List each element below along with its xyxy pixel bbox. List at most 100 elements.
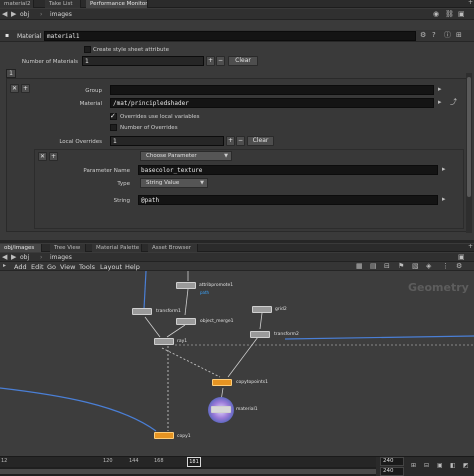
grid-icon[interactable]: ▤	[370, 263, 377, 270]
param-scrollbar[interactable]	[466, 73, 472, 233]
material-chooser-icon[interactable]: ▸	[438, 99, 442, 106]
playback-options-icon[interactable]: ▣	[437, 463, 443, 469]
end-frame-field[interactable]: 240	[380, 457, 404, 466]
range-end-field[interactable]: 240	[380, 467, 404, 476]
display-options-icon[interactable]: ▦	[356, 263, 363, 270]
num-materials-remove-button[interactable]: −	[216, 56, 225, 66]
layout-icon[interactable]: ⊟	[384, 263, 390, 270]
info-icon[interactable]: ⓘ	[444, 32, 451, 39]
group-field[interactable]	[110, 85, 434, 95]
expand-icon[interactable]: ▣	[458, 254, 465, 261]
tab-material-palette[interactable]: Material Palette	[92, 244, 142, 252]
menu-go[interactable]: Go	[47, 263, 56, 271]
image-icon[interactable]: ▧	[412, 263, 419, 270]
local-overrides-remove-button[interactable]: −	[236, 136, 245, 146]
add-tab-icon[interactable]: +	[468, 0, 473, 6]
node-ray1[interactable]	[154, 338, 174, 345]
realtime-icon[interactable]: ◩	[463, 463, 469, 469]
node-transform2[interactable]	[250, 331, 270, 338]
parameter-name-menu-icon[interactable]: ▸	[442, 166, 446, 173]
timeline-range-bar[interactable]	[0, 467, 376, 476]
channel-icon[interactable]: ⊟	[424, 463, 429, 469]
node-object-merge1[interactable]	[176, 318, 196, 325]
menu-tools[interactable]: Tools	[79, 263, 95, 271]
choose-parameter-dropdown[interactable]: Choose Parameter ▼	[140, 151, 232, 161]
help-icon[interactable]: ?	[432, 32, 436, 39]
num-materials-clear-button[interactable]: Clear	[228, 56, 258, 66]
link-icon[interactable]: ⛓	[445, 11, 454, 18]
type-dropdown[interactable]: String Value ▼	[140, 178, 208, 188]
node-name-field[interactable]: material1	[44, 31, 416, 41]
node-attribpromote1[interactable]	[176, 282, 196, 289]
wire-transform2-copytopoints	[227, 336, 259, 378]
tab-take-list[interactable]: Take List	[45, 0, 81, 8]
tab-performance-monitor[interactable]: Performance Monitor	[86, 0, 148, 8]
timeline-tick-12: 12	[1, 458, 8, 464]
menu-add[interactable]: Add	[14, 263, 27, 271]
lock-icon[interactable]: ⊞	[456, 32, 462, 39]
node-label-grid2: grid2	[275, 307, 287, 312]
group-dropdown-icon[interactable]: ▸	[438, 86, 442, 93]
node-transform1[interactable]	[132, 308, 152, 315]
back-arrow-icon[interactable]: ◀	[2, 11, 7, 18]
menu-layout[interactable]: Layout	[100, 263, 122, 271]
network-editor[interactable]: Geometry attribpromote1 path grid2 trans…	[0, 271, 474, 456]
network-wires	[0, 271, 474, 432]
create-style-sheet-checkbox[interactable]	[84, 46, 91, 53]
num-overrides-checkbox[interactable]	[110, 124, 117, 131]
expand-icon[interactable]: ▣	[458, 11, 465, 18]
material-tab-1[interactable]: 1	[6, 69, 16, 78]
add-tab-icon[interactable]: +	[468, 244, 473, 250]
wire-right-in	[284, 335, 474, 340]
timeline-tick-168: 168	[154, 458, 164, 464]
pin-icon[interactable]: ◉	[433, 11, 439, 18]
menu-toggle-icon[interactable]: ▸	[3, 263, 6, 269]
material-path-field[interactable]: /mat/principledshader	[110, 98, 434, 108]
timeline-track[interactable]: 12 120 144 168 181	[0, 457, 376, 467]
audio-icon[interactable]: ◧	[450, 463, 456, 469]
key-icon[interactable]: ⊞	[411, 463, 416, 469]
palette-icon[interactable]: ◈	[426, 263, 431, 270]
node-copy1[interactable]	[154, 432, 174, 439]
breadcrumb-node[interactable]: images	[50, 11, 72, 18]
num-materials-field[interactable]: 1	[82, 56, 204, 66]
timeline-current-frame[interactable]: 181	[187, 457, 201, 467]
menu-view[interactable]: View	[60, 263, 75, 271]
local-overrides-add-button[interactable]: +	[226, 136, 235, 146]
tab-material2[interactable]: material2	[0, 0, 34, 8]
flag-icon[interactable]: ⚑	[398, 263, 404, 270]
gear-icon[interactable]: ⚙	[420, 32, 426, 39]
num-materials-add-button[interactable]: +	[206, 56, 215, 66]
node-material1[interactable]	[211, 406, 231, 413]
breadcrumb-context[interactable]: obj	[20, 254, 29, 261]
parameter-name-field[interactable]: basecolor_texture	[138, 165, 438, 175]
node-copytopoints1[interactable]	[212, 379, 232, 386]
tab-tree-view[interactable]: Tree View	[50, 244, 86, 252]
string-field[interactable]: @path	[138, 195, 438, 205]
breadcrumb-context[interactable]: obj	[20, 11, 29, 18]
local-overrides-label: Local Overrides	[59, 139, 102, 145]
local-overrides-field[interactable]: 1	[110, 136, 224, 146]
dots-icon[interactable]: ⋮	[442, 263, 449, 270]
override-insert-icon[interactable]: +	[49, 152, 58, 161]
breadcrumb-node[interactable]: images	[50, 254, 72, 261]
node-grid2[interactable]	[252, 306, 272, 313]
menu-edit[interactable]: Edit	[31, 263, 44, 271]
pane-splitter[interactable]	[0, 240, 474, 243]
local-overrides-clear-button[interactable]: Clear	[247, 136, 274, 146]
timeline-range-slider[interactable]	[0, 469, 376, 474]
tab-network-view[interactable]: obj/images	[0, 244, 42, 252]
gear-icon[interactable]: ⚙	[456, 263, 462, 270]
material-jump-icon[interactable]: ⤴	[450, 99, 457, 106]
param-scrollbar-thumb[interactable]	[467, 77, 471, 197]
wire-ray1-copytopoints	[161, 347, 221, 378]
tab-asset-browser[interactable]: Asset Browser	[148, 244, 198, 252]
forward-arrow-icon[interactable]: ▶	[11, 11, 16, 18]
forward-arrow-icon[interactable]: ▶	[11, 254, 16, 261]
node-label-object-merge1: object_merge1	[200, 319, 234, 324]
menu-help[interactable]: Help	[125, 263, 140, 271]
back-arrow-icon[interactable]: ◀	[2, 254, 7, 261]
override-remove-icon[interactable]: ✕	[38, 152, 47, 161]
check-icon: ✓	[110, 112, 116, 120]
string-menu-icon[interactable]: ▸	[442, 196, 446, 203]
